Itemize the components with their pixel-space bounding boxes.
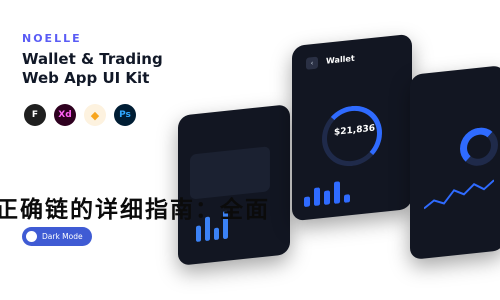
sparkline xyxy=(424,179,494,210)
toggle-knob xyxy=(26,231,37,242)
kit-title: Wallet & Trading Web App UI Kit xyxy=(22,50,192,88)
bar xyxy=(324,190,330,205)
photoshop-icon: Ps xyxy=(114,104,136,126)
xd-icon: Xd xyxy=(54,104,76,126)
sketch-icon: ◆ xyxy=(84,104,106,126)
mini-bar xyxy=(214,227,219,241)
bar xyxy=(314,187,320,206)
phone-mockup-center: ‹ Wallet $21,836 xyxy=(292,33,412,222)
tool-icons: F Xd ◆ Ps xyxy=(24,104,136,126)
figma-icon: F xyxy=(24,104,46,126)
wallet-title: Wallet xyxy=(326,53,355,66)
dark-mode-toggle[interactable]: Dark Mode xyxy=(22,227,92,246)
sparkline-chart xyxy=(424,179,494,210)
brand-label: NOELLE xyxy=(22,32,82,45)
title-line-1: Wallet & Trading xyxy=(22,50,163,68)
phone-mockup-right xyxy=(410,65,500,260)
title-line-2: Web App UI Kit xyxy=(22,69,150,87)
back-icon[interactable]: ‹ xyxy=(306,56,318,70)
bar-chart xyxy=(304,180,350,208)
bar xyxy=(334,181,340,204)
bar xyxy=(344,194,350,203)
headline-text: 正确链的详细指南：全面 xyxy=(0,197,270,223)
mini-bar xyxy=(196,225,201,242)
bar xyxy=(304,196,310,208)
phone-mockup-left xyxy=(178,104,290,266)
dark-mode-label: Dark Mode xyxy=(42,232,83,241)
donut-chart xyxy=(460,125,498,168)
balance-ring xyxy=(322,102,382,170)
